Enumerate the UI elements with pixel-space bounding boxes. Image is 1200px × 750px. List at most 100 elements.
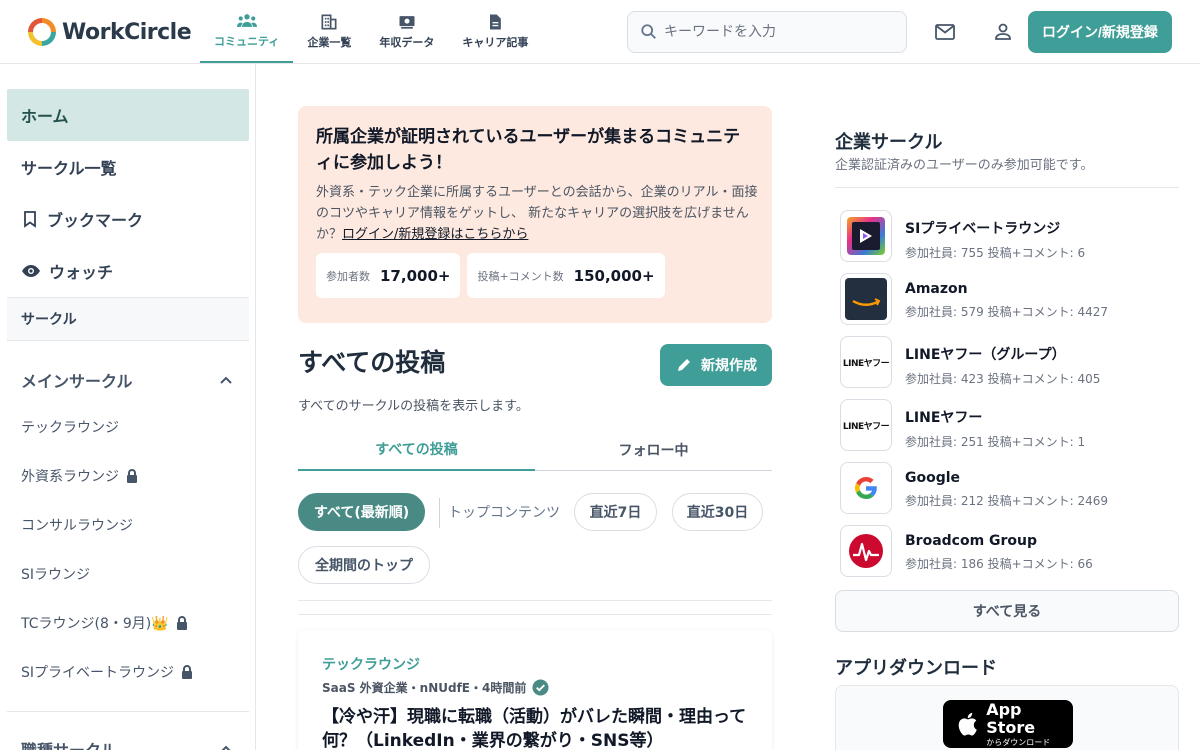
search-input[interactable] [664,24,894,40]
account-button[interactable] [988,18,1018,46]
filter-all-time-top[interactable]: 全期間のトップ [298,546,430,584]
banner-text: 外資系・テック企業に所属するユーザーとの会話から、企業のリアル・面接のコツやキャ… [316,182,761,245]
company-circles-title: 企業サークル [835,132,943,153]
lounge-label: コンサルラウンジ [21,517,133,534]
stat-label: 参加者数 [326,269,370,283]
company-list: SIプライベートラウンジ 参加社員: 755 投稿+コメント: 6 Amazon… [840,210,1180,588]
post-card[interactable]: テックラウンジ SaaS 外資企業・nNUdfE・4時間前 【冷や汗】現職に転職… [298,630,772,750]
sidebar-group-label: メインサークル [21,372,133,391]
post-lounge[interactable]: テックラウンジ [322,654,748,674]
banner-login-link[interactable]: ログイン/新規登録はこちらから [342,227,528,242]
tab-following[interactable]: フォロー中 [535,428,772,471]
top-header: WorkCircle コミュニティ 企業一覧 年収データ キャリア記事 ログイン… [0,0,1200,64]
company-stats: 参加社員: 755 投稿+コメント: 6 [905,246,1086,260]
lounge-list: テックラウンジ 外資系ラウンジ コンサルラウンジ SIラウンジ TCラウンジ(8… [7,402,249,696]
sidebar-item-home[interactable]: ホーム [7,89,249,141]
lock-icon [127,468,137,483]
nav-salary[interactable]: 年収データ [365,0,448,63]
nav-salary-label: 年収データ [379,36,435,49]
sidebar-section-circle: サークル [7,297,249,341]
stat-value: 17,000+ [380,266,451,285]
company-item[interactable]: Amazon 参加社員: 579 投稿+コメント: 4427 [840,273,1180,336]
community-icon [236,14,257,27]
nav-companies[interactable]: 企業一覧 [293,0,365,63]
company-logo: LINEヤフー [840,336,892,388]
app-download-title: アプリダウンロード [835,658,997,679]
money-icon [399,16,415,29]
company-name: SIプライベートラウンジ [905,221,1061,237]
filter-latest[interactable]: すべて(最新順) [298,493,425,531]
sidebar-item-foreign-lounge[interactable]: 外資系ラウンジ [7,451,249,500]
new-post-button[interactable]: 新規作成 [660,344,772,386]
logo[interactable]: WorkCircle [28,18,192,46]
post-time: 4時間前 [482,681,527,695]
stat-value: 150,000+ [573,266,655,285]
company-logo: LINEヤフー [840,399,892,451]
lineyahoo-logo-text: LINEヤフー [842,358,890,369]
sidebar-item-watch[interactable]: ウォッチ [7,245,249,297]
search-icon [641,24,656,39]
filter-7days[interactable]: 直近7日 [574,493,657,531]
logo-mark-icon [28,18,56,46]
mail-button[interactable] [930,18,960,46]
stat-label: 投稿+コメント数 [477,269,564,283]
sidebar-item-si-private-lounge[interactable]: SIプライベートラウンジ [7,647,249,696]
lounge-label: SIラウンジ [21,566,91,583]
company-name: LINEヤフー（グループ） [905,347,1066,363]
company-stats: 参加社員: 186 投稿+コメント: 66 [905,557,1093,571]
lineyahoo-logo-text: LINEヤフー [842,421,890,432]
filter-separator [439,498,440,528]
si-private-logo-icon [847,217,885,255]
sidebar-item-tech-lounge[interactable]: テックラウンジ [7,402,249,451]
post-title[interactable]: 【冷や汗】現職に転職（活動）がバレた瞬間・理由って何？（LinkedIn・業界の… [322,705,748,750]
sidebar-group-main-circle[interactable]: メインサークル [7,358,249,402]
lounge-label: SIプライベートラウンジ [21,664,175,681]
main-nav: コミュニティ 企業一覧 年収データ キャリア記事 [200,0,542,64]
app-store-sublabel: からダウンロード [986,737,1051,747]
company-item[interactable]: LINEヤフー LINEヤフー 参加社員: 251 投稿+コメント: 1 [840,399,1180,462]
building-icon [321,14,337,30]
post-author: SaaS 外資企業・nNUdfE・ [322,681,482,695]
sidebar-main-nav: ホーム サークル一覧 ブックマーク ウォッチ [7,89,249,297]
sidebar-group-job-circle[interactable]: 職種サークル [7,734,249,750]
bookmark-icon [24,211,36,228]
sidebar-item-bookmark[interactable]: ブックマーク [7,193,249,245]
app-store-label: App Store [986,699,1036,737]
login-button[interactable]: ログイン/新規登録 [1028,11,1172,53]
mail-icon [935,24,955,40]
banner-title: 所属企業が証明されているユーザーが集まるコミュニティに参加しよう！ [316,127,741,173]
company-stats: 参加社員: 212 投稿+コメント: 2469 [905,494,1109,508]
company-item[interactable]: SIプライベートラウンジ 参加社員: 755 投稿+コメント: 6 [840,210,1180,273]
lock-icon [182,664,193,679]
sidebar-item-si-lounge[interactable]: SIラウンジ [7,549,249,598]
post-meta: SaaS 外資企業・nNUdfE・4時間前 [322,679,748,696]
sidebar-item-consul-lounge[interactable]: コンサルラウンジ [7,500,249,549]
nav-articles-label: キャリア記事 [462,36,529,49]
sidebar-item-label: サークル一覧 [21,159,117,178]
pencil-icon [678,359,690,371]
apple-icon [958,712,977,736]
sidebar-item-circles[interactable]: サークル一覧 [7,141,249,193]
filter-top-content[interactable]: トップコンテンツ [448,493,560,531]
tab-all-posts[interactable]: すべての投稿 [298,428,535,471]
see-all-button[interactable]: すべて見る [835,590,1179,632]
company-item[interactable]: Google 参加社員: 212 投稿+コメント: 2469 [840,462,1180,525]
nav-community[interactable]: コミュニティ [200,0,294,63]
app-store-button[interactable]: App Store からダウンロード [943,700,1073,748]
sidebar-item-label: ホーム [21,107,69,126]
sidebar-item-tc-lounge[interactable]: TCラウンジ(8・9月)👑 [7,598,249,647]
company-item[interactable]: Broadcom Group 参加社員: 186 投稿+コメント: 66 [840,525,1180,588]
lounge-label: 外資系ラウンジ [21,468,119,485]
filter-30days[interactable]: 直近30日 [672,493,763,531]
company-logo [840,525,892,577]
sidebar-item-label: ブックマーク [47,211,144,230]
company-item[interactable]: LINEヤフー LINEヤフー（グループ） 参加社員: 423 投稿+コメント:… [840,336,1180,399]
search-box[interactable] [627,11,907,53]
company-logo [840,273,892,325]
company-stats: 参加社員: 423 投稿+コメント: 405 [905,372,1101,386]
sidebar-divider [7,711,249,712]
banner-stats: 参加者数 17,000+ 投稿+コメント数 150,000+ [316,253,754,298]
page-subtitle: すべてのサークルの投稿を表示します。 [298,399,529,414]
stat-posts: 投稿+コメント数 150,000+ [467,253,665,298]
nav-articles[interactable]: キャリア記事 [448,0,542,63]
